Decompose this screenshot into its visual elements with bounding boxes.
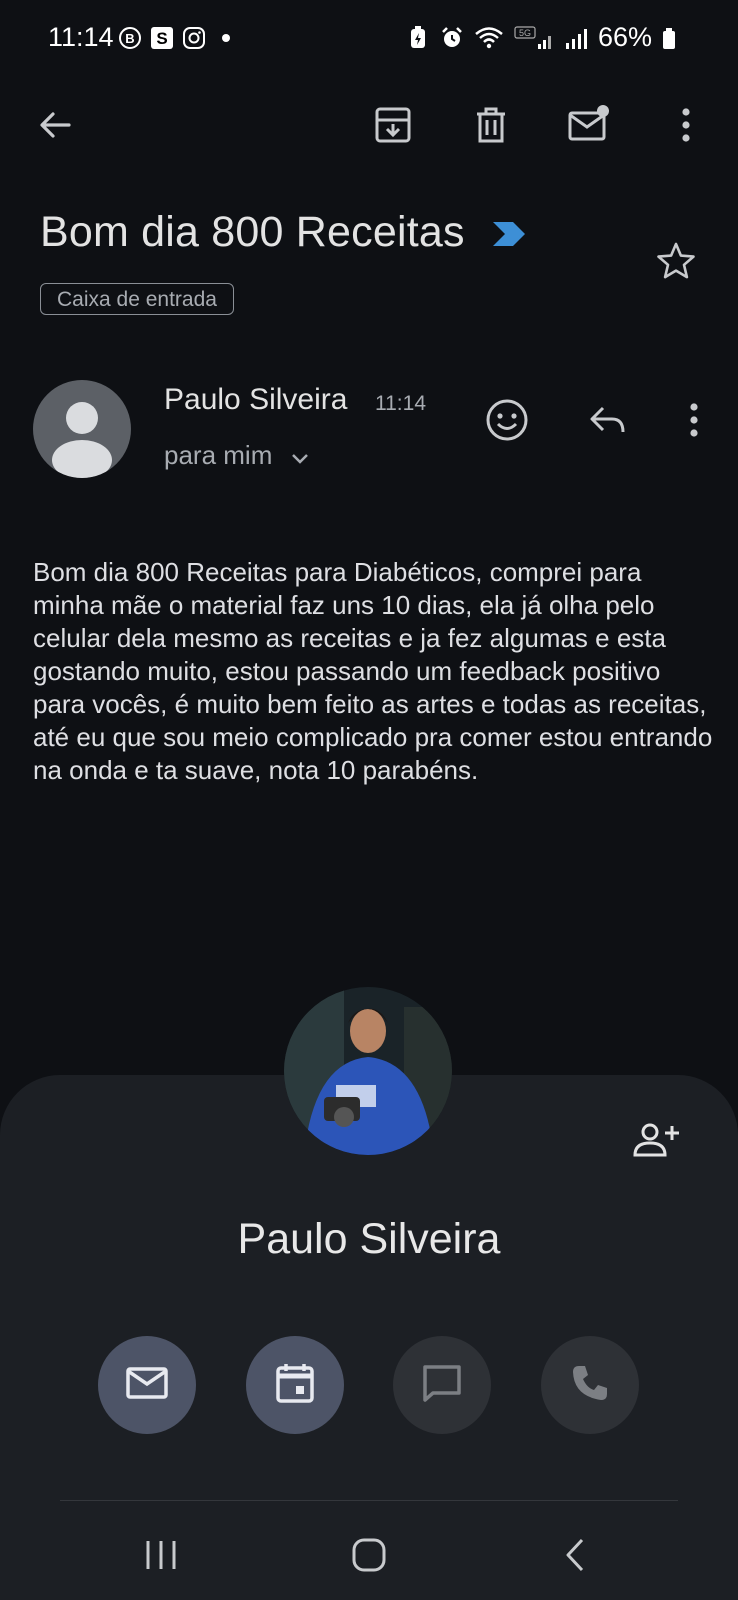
sheet-divider: [60, 1500, 678, 1501]
recent-apps-icon[interactable]: [131, 1530, 191, 1580]
wifi-icon: [474, 26, 504, 50]
sender-name[interactable]: Paulo Silveira: [164, 383, 347, 417]
subject-text: Bom dia 800 Receitas: [40, 208, 465, 256]
status-right-icons: 5G 66%: [406, 22, 676, 53]
chat-icon: [421, 1363, 463, 1408]
signal-icon: [564, 26, 588, 50]
sender-avatar[interactable]: [33, 380, 131, 478]
s-app-icon: S: [150, 26, 174, 50]
add-contact-icon[interactable]: [631, 1120, 681, 1160]
mark-unread-icon[interactable]: [565, 101, 613, 149]
inbox-label-chip[interactable]: Caixa de entrada: [40, 283, 234, 315]
delete-icon[interactable]: [467, 101, 515, 149]
email-body: Bom dia 800 Receitas para Diabéticos, co…: [33, 557, 713, 785]
email-subject: Bom dia 800 Receitas: [40, 208, 527, 259]
status-left-icons: B S: [118, 26, 238, 50]
b-circle-icon: B: [118, 26, 142, 50]
email-icon: [125, 1366, 169, 1405]
dot-icon: [214, 26, 238, 50]
home-icon[interactable]: [339, 1530, 399, 1580]
calendar-icon: [275, 1362, 315, 1409]
contact-email-button[interactable]: [98, 1336, 196, 1434]
svg-text:5G: 5G: [519, 28, 531, 38]
importance-marker-icon[interactable]: [491, 210, 527, 259]
reply-icon[interactable]: [583, 396, 631, 444]
alarm-icon: [440, 26, 464, 50]
more-vert-icon[interactable]: [662, 101, 710, 149]
star-icon[interactable]: [652, 237, 700, 285]
email-time: 11:14: [375, 392, 426, 415]
recipient-text: para mim: [164, 440, 273, 470]
instagram-icon: [182, 26, 206, 50]
contact-call-button[interactable]: [541, 1336, 639, 1434]
contact-photo[interactable]: [284, 987, 452, 1155]
svg-text:B: B: [125, 31, 134, 46]
emoji-reaction-icon[interactable]: [483, 396, 531, 444]
contact-name: Paulo Silveira: [237, 1215, 501, 1263]
status-time: 11:14: [48, 22, 114, 52]
contact-chat-button[interactable]: [393, 1336, 491, 1434]
chevron-down-icon: [290, 442, 310, 473]
archive-icon[interactable]: [369, 101, 417, 149]
message-more-icon[interactable]: [670, 396, 718, 444]
back-arrow-icon[interactable]: [31, 101, 79, 149]
recipient-toggle[interactable]: para mim: [164, 440, 310, 473]
battery-percent: 66%: [597, 22, 652, 52]
battery-icon: [662, 26, 676, 50]
phone-icon: [570, 1363, 610, 1408]
signal-5g-icon: 5G: [514, 25, 554, 50]
battery-saver-icon: [406, 25, 430, 50]
contact-calendar-button[interactable]: [246, 1336, 344, 1434]
nav-back-icon[interactable]: [545, 1530, 605, 1580]
svg-text:S: S: [156, 29, 167, 48]
